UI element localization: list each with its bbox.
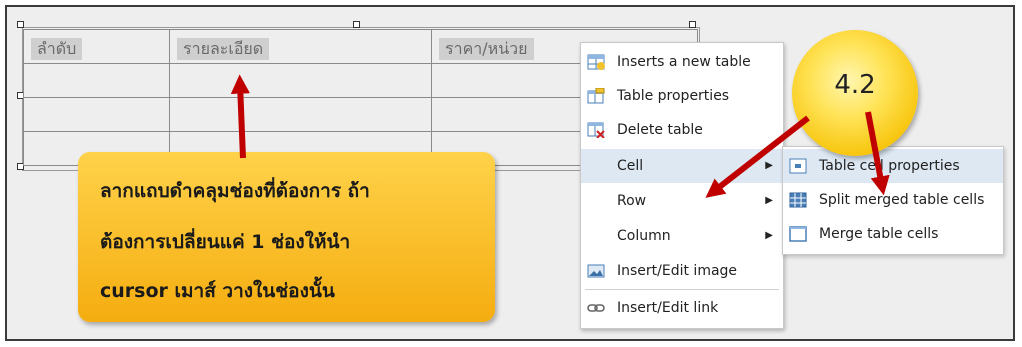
arrow-to-split-cells-item <box>865 111 890 196</box>
annotation-arrows <box>230 74 890 198</box>
arrow-to-cell-menu-item <box>705 115 810 198</box>
arrow-to-header-cell <box>230 74 250 159</box>
